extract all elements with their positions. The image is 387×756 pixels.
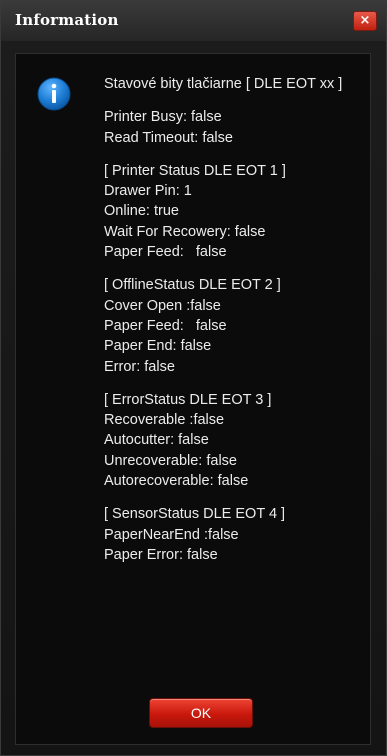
dialog-title: Information [15, 11, 119, 29]
cover-open-line: Cover Open :false [104, 297, 221, 314]
printer-busy-line: Printer Busy: false [104, 109, 222, 126]
paper-near-end-line: PaperNearEnd :false [104, 526, 239, 543]
message-text: Stavové bity tlačiarne [ DLE EOT xx ] Pr… [104, 74, 366, 565]
printer-status-heading: [ Printer Status DLE EOT 1 ] [104, 162, 286, 179]
recoverable-line: Recoverable :false [104, 412, 225, 429]
online-line: Online: true [104, 203, 179, 220]
paper-end-line: Paper End: false [104, 338, 212, 355]
message-header: Stavové bity tlačiarne [ DLE EOT xx ] [104, 76, 343, 92]
message-panel: Stavové bity tlačiarne [ DLE EOT xx ] Pr… [15, 53, 371, 745]
information-dialog: Information × Stavové bity tlačiarne [ D… [0, 0, 387, 756]
offline-paper-feed-line: Paper Feed: false [104, 317, 227, 334]
autocutter-line: Autocutter: false [104, 432, 209, 449]
paper-error-line: Paper Error: false [104, 546, 218, 563]
error-line: Error: false [104, 358, 175, 375]
drawer-pin-line: Drawer Pin: 1 [104, 183, 192, 200]
error-status-heading: [ ErrorStatus DLE EOT 3 ] [104, 391, 272, 408]
title-bar[interactable]: Information × [1, 1, 386, 41]
close-icon: × [359, 13, 371, 28]
autorecoverable-line: Autorecoverable: false [104, 473, 249, 490]
offline-status-heading: [ OfflineStatus DLE EOT 2 ] [104, 277, 281, 294]
close-button[interactable]: × [353, 11, 377, 31]
info-icon [37, 77, 71, 111]
wait-for-recovery-line: Wait For Recowery: false [104, 223, 266, 240]
paper-feed-line: Paper Feed: false [104, 244, 227, 261]
sensor-status-heading: [ SensorStatus DLE EOT 4 ] [104, 506, 286, 523]
ok-button[interactable]: OK [149, 698, 253, 728]
unrecoverable-line: Unrecoverable: false [104, 452, 237, 469]
read-timeout-line: Read Timeout: false [104, 129, 233, 146]
